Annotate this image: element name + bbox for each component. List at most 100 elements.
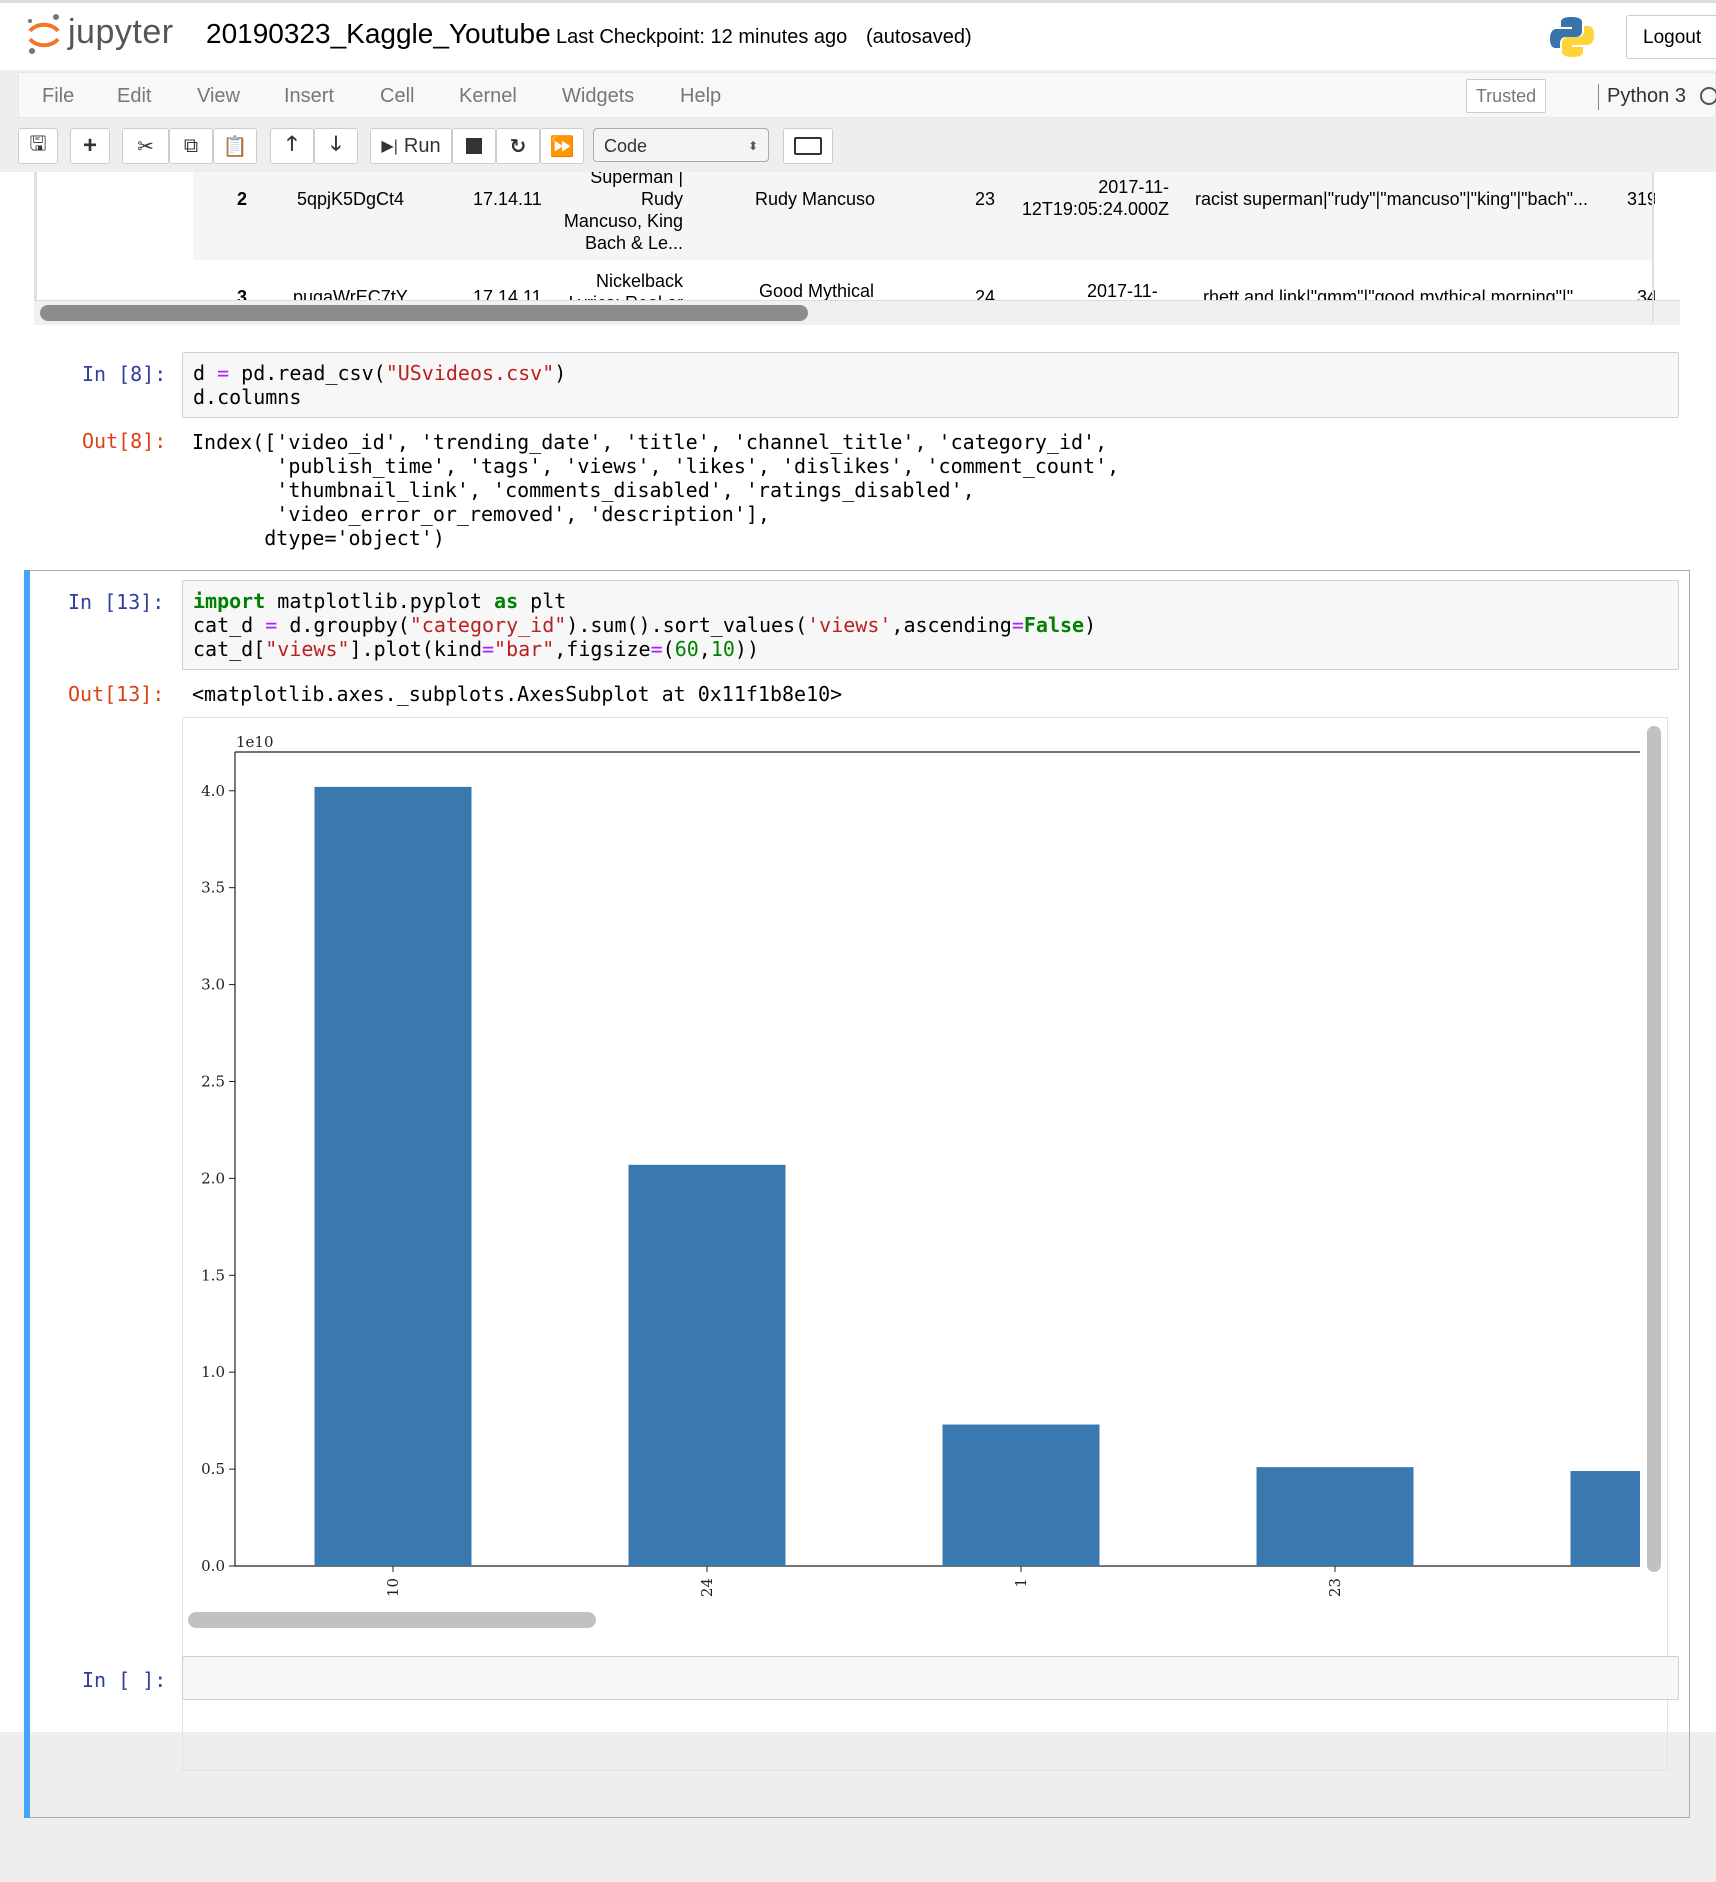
cell-8-code-editor[interactable]: d = pd.read_csv("USvideos.csv") d.column…	[182, 352, 1679, 418]
menu-insert[interactable]: Insert	[284, 85, 334, 108]
selected-cell-bar	[24, 570, 30, 1818]
plus-icon: +	[82, 132, 97, 159]
cell-13-in-prompt: In [13]:	[68, 590, 165, 614]
x-tick-label: 23	[1326, 1578, 1344, 1597]
y-tick-label: 3.0	[201, 976, 225, 994]
python-logo-icon	[1550, 17, 1594, 57]
cell-publish-time: 2017-11-	[1087, 281, 1158, 301]
fast-forward-icon: ⏩	[549, 135, 575, 158]
arrow-down-icon: 🡓	[330, 133, 342, 155]
table-horizontal-scrollbar[interactable]	[34, 300, 1680, 325]
dataframe-output: 2 5qpjK5DgCt4 17.14.11 Superman | Rudy M…	[34, 172, 1655, 302]
cell-publish-line: 12T19:05:24.000Z	[1021, 199, 1169, 219]
cell-title-line: Superman |	[590, 172, 683, 187]
restart-button[interactable]: ↻	[496, 128, 540, 164]
interrupt-button[interactable]	[452, 128, 496, 164]
menu-help[interactable]: Help	[680, 85, 721, 108]
arrow-up-icon: 🡑	[286, 133, 298, 155]
bar-partial	[1570, 1471, 1640, 1566]
copy-button[interactable]: ⧉	[169, 128, 213, 164]
cell-8-output-line: 'thumbnail_link', 'comments_disabled', '…	[192, 478, 975, 502]
kernel-idle-icon	[1700, 87, 1716, 105]
paste-button[interactable]: 📋	[213, 128, 257, 164]
y-tick-label: 1.5	[201, 1266, 225, 1284]
autosave-status: (autosaved)	[866, 26, 972, 48]
cell-title: Superman | Rudy Mancuso, King Bach & Le.…	[537, 172, 683, 254]
move-down-button[interactable]: 🡓	[314, 128, 358, 164]
x-tick-label: 24	[698, 1578, 716, 1597]
cell-type-select[interactable]: Code ⬍	[593, 128, 769, 162]
cell-channel-title: Rudy Mancuso	[755, 189, 876, 209]
cell-channel-title: Good Mythical	[759, 281, 875, 301]
plot-horizontal-scrollbar[interactable]	[182, 1606, 1642, 1634]
y-tick-label: 1.0	[201, 1363, 225, 1381]
bar-1	[942, 1424, 1100, 1566]
notebook-name[interactable]: 20190323_Kaggle_Youtube	[206, 18, 551, 50]
row-index: 2	[237, 189, 248, 209]
logout-button[interactable]: Logout	[1626, 15, 1716, 59]
stop-icon	[466, 138, 482, 154]
paste-icon: 📋	[222, 135, 248, 158]
run-label: Run	[403, 134, 441, 157]
table-right-border	[1652, 172, 1654, 322]
cell-8-output-line: 'video_error_or_removed', 'description']…	[192, 502, 770, 526]
x-tick-label: 10	[384, 1578, 402, 1597]
table-row	[193, 172, 1653, 260]
y-tick-label: 2.5	[201, 1072, 225, 1090]
menu-cell[interactable]: Cell	[380, 85, 414, 108]
bar-10	[314, 786, 472, 1566]
kernel-name: Python 3	[1598, 84, 1686, 110]
cell-13-out-prompt: Out[13]:	[68, 682, 165, 706]
menu-view[interactable]: View	[197, 85, 240, 108]
cell-video-id: 5qpjK5DgCt4	[297, 189, 405, 209]
cell-publish-time: 2017-11- 12T19:05:24.000Z	[1013, 176, 1169, 220]
cell-trending-date: 17.14.11	[473, 189, 542, 209]
table-scroll-thumb[interactable]	[40, 305, 808, 321]
y-tick-label: 2.0	[201, 1169, 225, 1187]
save-icon: 🖫	[29, 133, 47, 155]
menu-widgets[interactable]: Widgets	[562, 85, 634, 108]
trusted-indicator[interactable]: Trusted	[1466, 79, 1546, 113]
insert-cell-button[interactable]: +	[70, 128, 110, 164]
cell-13-output-text: <matplotlib.axes._subplots.AxesSubplot a…	[192, 682, 843, 706]
cell-type-value: Code	[604, 136, 648, 156]
y-tick-label: 0.5	[201, 1460, 225, 1478]
save-button[interactable]: 🖫	[18, 128, 58, 164]
checkpoint-status: Last Checkpoint: 12 minutes ago	[556, 26, 848, 48]
scissors-icon: ✂	[137, 135, 154, 158]
cell-8-out-prompt: Out[8]:	[82, 429, 167, 453]
menu-file[interactable]: File	[42, 85, 74, 108]
cell-13-code-line-1: import matplotlib.pyplot as plt	[193, 589, 567, 613]
cell-title-line: Bach & Le...	[584, 233, 683, 253]
cell-tags: racist superman|"rudy"|"mancuso"|"king"|…	[1195, 189, 1588, 209]
restart-run-all-button[interactable]: ⏩	[540, 128, 584, 164]
cell-title-line: Nickelback	[595, 271, 683, 291]
cell-title-line: Mancuso, King	[563, 211, 683, 231]
command-palette-button[interactable]	[783, 128, 833, 164]
cell-8-code-line-2: d.columns	[193, 385, 302, 409]
cell-13-code-editor[interactable]: import matplotlib.pyplot as plt cat_d = …	[182, 580, 1679, 670]
plot-horizontal-scroll-thumb[interactable]	[188, 1612, 596, 1628]
cell-category-id: 23	[975, 189, 996, 209]
jupyter-logo-text[interactable]: jupyter	[68, 13, 174, 52]
y-axis-offset-label: 1e10	[236, 733, 274, 751]
header-bar: jupyter 20190323_Kaggle_Youtube Last Che…	[0, 0, 1716, 70]
cell-8-in-prompt: In [8]:	[82, 362, 167, 386]
move-up-button[interactable]: 🡑	[270, 128, 314, 164]
empty-cell-code-editor[interactable]	[182, 1656, 1679, 1700]
run-button[interactable]: ▶| Run	[370, 128, 452, 164]
cell-publish-line: 2017-11-	[1098, 177, 1169, 197]
bar-chart: 1e10 0.0 0.5 1.0 1.5 2.0 2.5 3.0 3.5 4.0 10 24 1 23	[201, 733, 1640, 1597]
cut-button[interactable]: ✂	[122, 128, 169, 164]
copy-icon: ⧉	[183, 134, 199, 157]
select-arrows-icon: ⬍	[747, 139, 758, 153]
cell-8-code-line-1: d = pd.read_csv("USvideos.csv")	[193, 361, 567, 385]
menu-edit[interactable]: Edit	[117, 85, 151, 108]
x-tick-label: 1	[1012, 1578, 1030, 1588]
menu-kernel[interactable]: Kernel	[459, 85, 517, 108]
step-forward-icon: ▶|	[381, 138, 398, 155]
y-tick-label: 3.5	[201, 879, 225, 897]
cell-8-output-line: 'publish_time', 'tags', 'views', 'likes'…	[192, 454, 1120, 478]
menu-bar: File Edit View Insert Cell Kernel Widget…	[18, 72, 1716, 118]
jupyter-logo-icon[interactable]	[24, 13, 64, 55]
